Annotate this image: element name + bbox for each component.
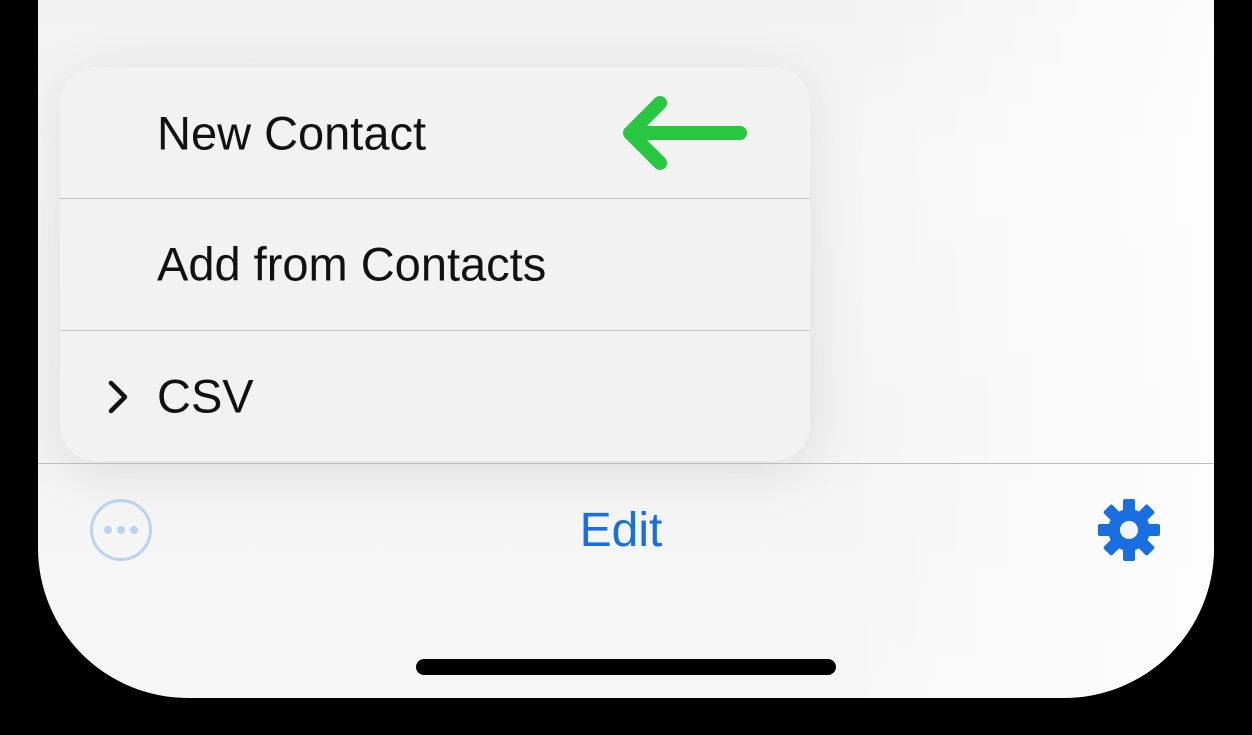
screen-highlight <box>838 0 1214 698</box>
menu-item-add-from-contacts[interactable]: Add from Contacts <box>60 198 810 329</box>
green-arrow-icon <box>623 96 747 170</box>
more-button[interactable] <box>90 499 152 561</box>
ellipsis-circle-icon <box>104 526 138 534</box>
menu-item-label: Add from Contacts <box>157 237 547 290</box>
gear-icon[interactable] <box>1096 497 1162 563</box>
edit-button[interactable]: Edit <box>558 500 684 562</box>
toolbar-divider <box>38 463 1214 464</box>
menu-item-new-contact[interactable]: New Contact <box>60 67 810 198</box>
chevron-right-icon <box>108 380 128 414</box>
menu-item-label: CSV <box>157 369 254 422</box>
menu-item-label: New Contact <box>157 106 427 159</box>
home-indicator[interactable] <box>416 659 836 675</box>
app-screen: New Contact Add from Contacts CSV Edit <box>38 0 1214 698</box>
menu-item-csv[interactable]: CSV <box>60 330 810 461</box>
context-menu: New Contact Add from Contacts CSV <box>60 67 810 461</box>
device-frame: New Contact Add from Contacts CSV Edit <box>0 0 1252 735</box>
